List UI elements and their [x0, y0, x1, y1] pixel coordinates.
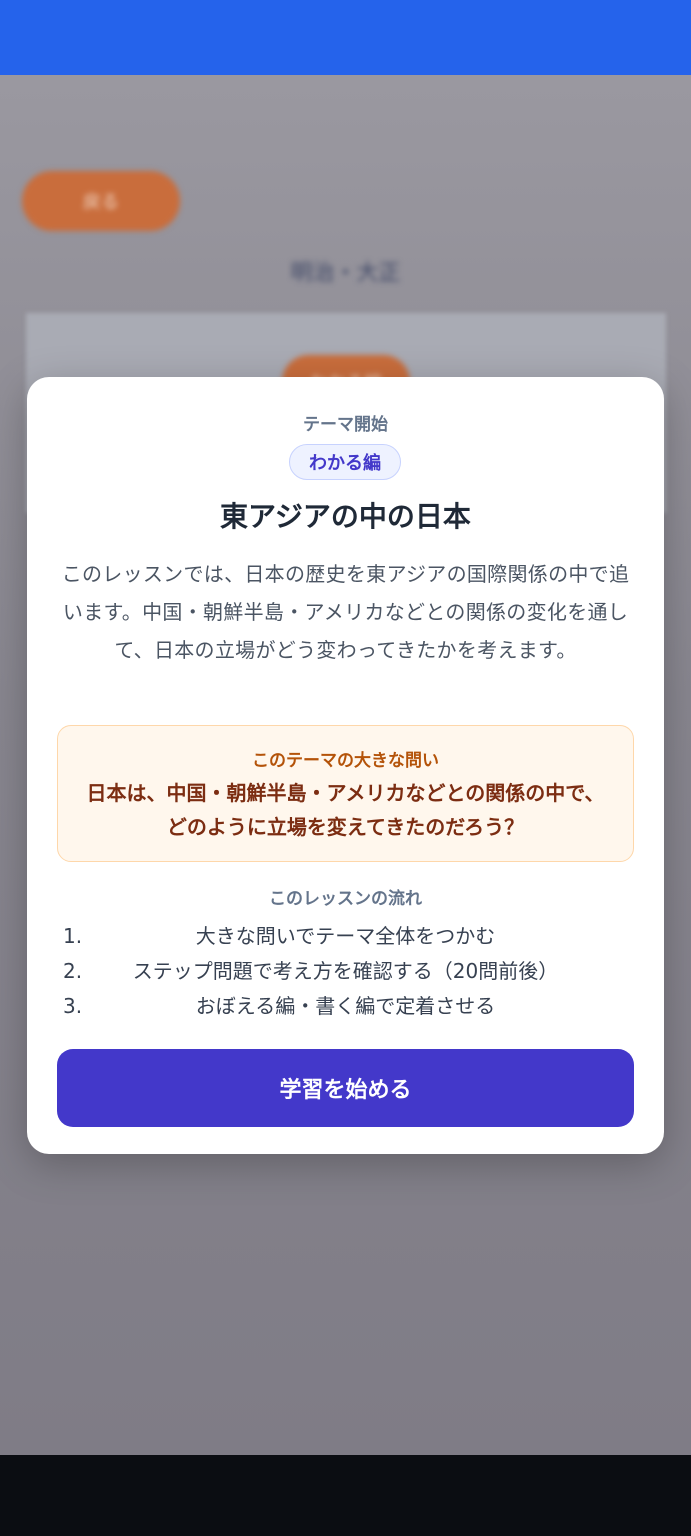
level-badge: わかる編 [289, 444, 401, 480]
list-item-number: 2. [63, 959, 83, 983]
back-button-label: 戻る [83, 192, 119, 213]
screen: 戻る 明治・大正 わかる編 テーマ開始 わかる編 東アジアの中の日本 このレッス… [0, 0, 691, 1536]
list-item-text: 大きな問いでテーマ全体をつかむ [195, 924, 496, 948]
page-title: 明治・大正 [290, 261, 401, 286]
list-item-number: 3. [63, 994, 83, 1018]
lesson-flow-title: このレッスンの流れ [269, 889, 422, 909]
big-question-label: このテーマの大きな問い [252, 751, 439, 771]
start-learning-button[interactable]: 学習を始める [57, 1049, 634, 1127]
big-question-box: このテーマの大きな問い 日本は、中国・朝鮮半島・アメリカなどとの関係の中で、どの… [57, 725, 634, 862]
list-item-text: ステップ問題で考え方を確認する（20問前後） [132, 959, 559, 983]
back-button: 戻る [22, 171, 180, 231]
list-item-number: 1. [63, 924, 83, 948]
list-item: 2. ステップ問題で考え方を確認する（20問前後） [57, 954, 634, 989]
list-item-text: おぼえる編・書く編で定着させる [195, 994, 496, 1018]
modal-eyebrow: テーマ開始 [303, 415, 388, 435]
list-item: 3. おぼえる編・書く編で定着させる [57, 989, 634, 1024]
theme-start-modal: テーマ開始 わかる編 東アジアの中の日本 このレッスンでは、日本の歴史を東アジア… [27, 377, 664, 1154]
theme-title: 東アジアの中の日本 [220, 500, 471, 533]
navigation-bar [0, 1455, 691, 1536]
lesson-flow-list: 1. 大きな問いでテーマ全体をつかむ 2. ステップ問題で考え方を確認する（20… [57, 919, 634, 1024]
theme-description: このレッスンでは、日本の歴史を東アジアの国際関係の中で追います。中国・朝鮮半島・… [61, 562, 630, 662]
status-bar [0, 0, 691, 75]
big-question-text: 日本は、中国・朝鮮半島・アメリカなどとの関係の中で、どのように立場を変えてきたの… [86, 781, 605, 839]
list-item: 1. 大きな問いでテーマ全体をつかむ [57, 919, 634, 954]
